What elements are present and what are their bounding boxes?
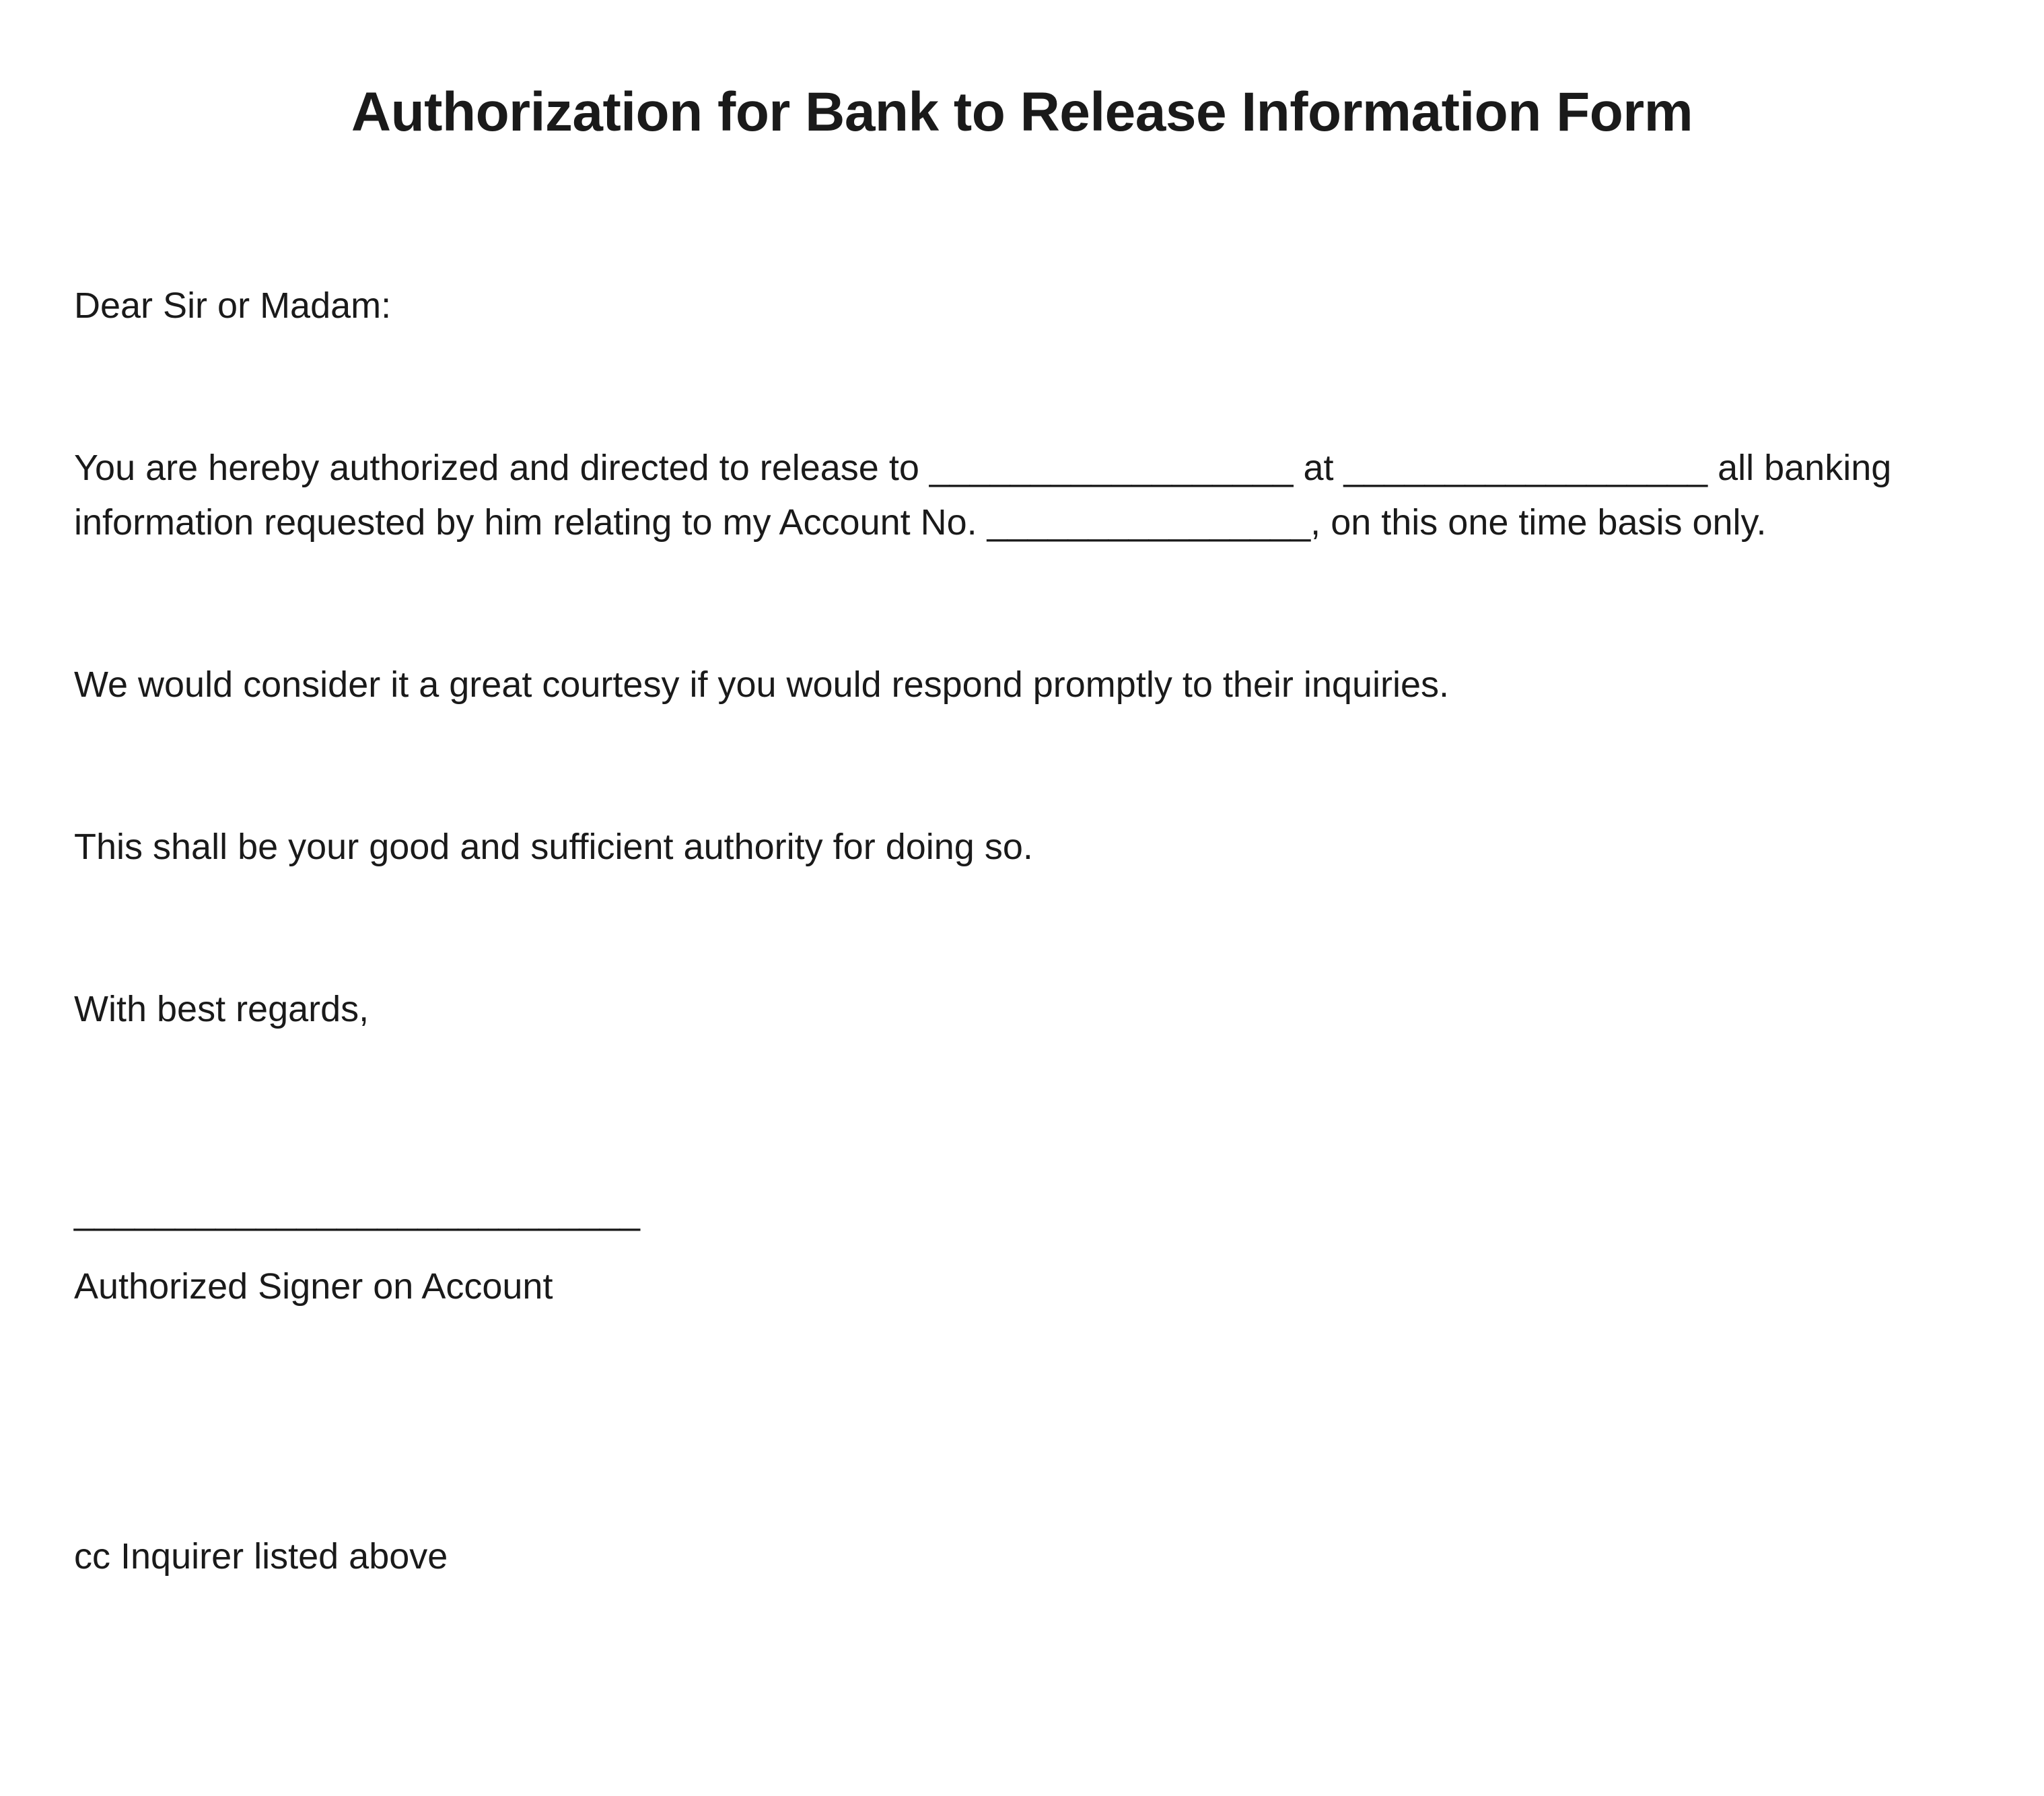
form-title: Authorization for Bank to Release Inform… (74, 81, 1970, 144)
signature-label: Authorized Signer on Account (74, 1259, 1970, 1314)
authorization-paragraph: You are hereby authorized and directed t… (74, 441, 1970, 550)
courtesy-paragraph: We would consider it a great courtesy if… (74, 658, 1970, 712)
closing: With best regards, (74, 982, 1970, 1037)
cc-line: cc Inquirer listed above (74, 1529, 1970, 1584)
authority-paragraph: This shall be your good and sufficient a… (74, 820, 1970, 874)
signature-line: ____________________________ (74, 1185, 1970, 1239)
salutation: Dear Sir or Madam: (74, 279, 1970, 333)
